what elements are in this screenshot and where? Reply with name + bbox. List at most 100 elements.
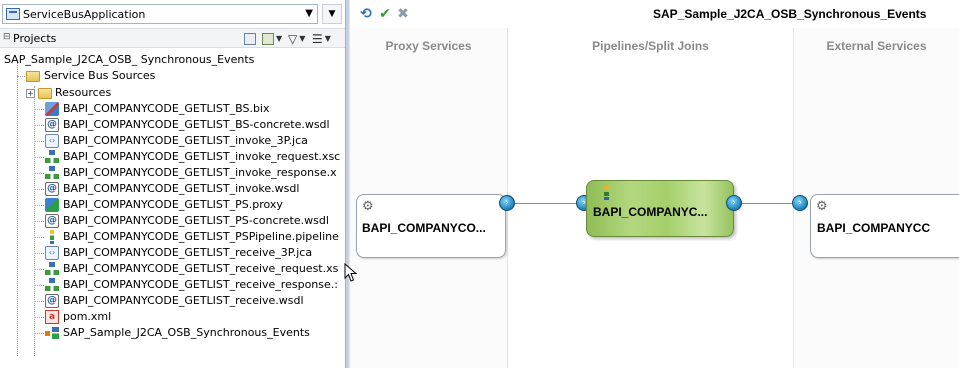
proxy-service-label: BAPI_COMPANYCO... [362,221,486,235]
external-service-label: BAPI_COMPANYCC [817,221,931,235]
wsdl-icon: @ [45,118,59,132]
external-service-node[interactable]: ⚙ BAPI_COMPANYCC [810,194,959,258]
file-label: BAPI_COMPANYCODE_GETLIST_receive_3P.jca [63,246,313,259]
tree-connector [35,189,44,190]
check-icon[interactable]: ✔ [377,6,393,22]
project-tree: SAP_Sample_J2CA_OSB_ Synchronous_Events … [0,48,345,368]
editor-title: SAP_Sample_J2CA_OSB_Synchronous_Events [653,7,927,21]
editor-toolbar: ⟲ ✔ ✖ SAP_Sample_J2CA_OSB_Synchronous_Ev… [350,0,959,28]
folder-label: Resources [55,86,112,99]
file-label: BAPI_COMPANYCODE_GETLIST_invoke.wsdl [63,182,300,195]
filter-button[interactable]: ▽ ▼ [288,31,305,46]
proxy-service-node[interactable]: ⚙ BAPI_COMPANYCO... [356,194,506,258]
proxy-service-icon [45,198,59,212]
application-icon [6,8,20,20]
tree-file-overview[interactable]: SAP_Sample_J2CA_OSB_Synchronous_Events [0,325,345,341]
jca-icon: ‹› [45,134,59,148]
expand-icon[interactable]: + [26,89,35,98]
tree-file[interactable]: BAPI_COMPANYCODE_GETLIST_invoke_request.… [0,149,345,165]
file-label: pom.xml [63,310,112,323]
projects-label: Projects [13,32,57,45]
tree-connector [35,141,44,142]
proxy-output-port[interactable]: › [499,195,515,211]
pipeline-node[interactable]: BAPI_COMPANYC... [586,180,734,237]
navigator-filter-button[interactable] [244,31,256,46]
tree-file[interactable]: BAPI_COMPANYCODE_GETLIST_PSPipeline.pipe… [0,229,345,245]
pipeline-output-port[interactable]: › [726,195,742,211]
tree-folder-resources[interactable]: + Resources [0,85,345,101]
wsdl-icon: @ [45,294,59,308]
validate-icon[interactable]: ⟲ [358,6,374,22]
tree-file[interactable]: ‹› BAPI_COMPANYCODE_GETLIST_receive_3P.j… [0,245,345,261]
project-root-label: SAP_Sample_J2CA_OSB_ Synchronous_Events [4,53,255,66]
tree-file[interactable]: @ BAPI_COMPANYCODE_GETLIST_receive.wsdl [0,293,345,309]
gear-icon: ⚙ [816,199,828,214]
application-menu-button[interactable]: ▼ [322,4,342,24]
chevron-down-icon: ▼ [276,34,283,43]
file-label: BAPI_COMPANYCODE_GETLIST_invoke_3P.jca [63,134,308,147]
wsdl-icon: @ [45,214,59,228]
tree-file[interactable]: BAPI_COMPANYCODE_GETLIST_BS.bix [0,101,345,117]
column-header: Pipelines/Split Joins [592,39,709,53]
tree-connector [35,301,44,302]
file-label: SAP_Sample_J2CA_OSB_Synchronous_Events [63,326,310,339]
gear-icon: ⚙ [362,199,374,214]
folder-label: Service Bus Sources [44,69,156,82]
tree-connector [35,333,44,334]
pipeline-label: BAPI_COMPANYC... [593,205,708,219]
business-service-icon [45,102,59,116]
xsd-icon [45,262,59,276]
list-icon: ☰ [312,31,323,46]
file-label: BAPI_COMPANYCODE_GETLIST_BS.bix [63,102,270,115]
xsd-icon [45,150,59,164]
wsdl-icon: @ [45,182,59,196]
view-options-button[interactable]: ☰ ▼ [312,31,331,46]
file-label: BAPI_COMPANYCODE_GETLIST_invoke_response… [63,166,337,179]
refresh-button[interactable]: ▼ [262,31,282,46]
tree-file[interactable]: @ BAPI_COMPANYCODE_GETLIST_invoke.wsdl [0,181,345,197]
connection-line [740,203,792,204]
tree-file-pom[interactable]: a pom.xml [0,309,345,325]
column-header: External Services [826,39,927,53]
tree-connector [35,253,44,254]
tree-connector [35,205,44,206]
tree-connector [35,317,44,318]
collapse-icon[interactable]: ⊟ [3,32,11,42]
column-header: Proxy Services [385,39,472,53]
file-label: BAPI_COMPANYCODE_GETLIST_PSPipeline.pipe… [63,230,339,243]
jca-icon: ‹› [45,246,59,260]
chevron-down-icon: ▼ [299,34,306,43]
xsd-icon [45,278,59,292]
tree-connector [35,285,44,286]
mouse-cursor-icon [344,263,358,282]
file-label: BAPI_COMPANYCODE_GETLIST_receive_respons… [63,278,338,291]
filter-icon: ▽ [288,31,298,46]
service-bus-overview-icon [45,326,59,340]
chevron-down-icon: ▼ [324,34,331,43]
xsd-icon [45,166,59,180]
chevron-down-icon[interactable]: ▼ [305,8,313,19]
file-label: BAPI_COMPANYCODE_GETLIST_invoke_request.… [63,150,341,163]
pipeline-icon [45,230,59,244]
tree-file[interactable]: BAPI_COMPANYCODE_GETLIST_invoke_response… [0,165,345,181]
navigator-icon [244,32,256,45]
tree-file[interactable]: @ BAPI_COMPANYCODE_GETLIST_BS-concrete.w… [0,117,345,133]
tree-file[interactable]: BAPI_COMPANYCODE_GETLIST_PS.proxy [0,197,345,213]
tree-folder-service-bus-sources[interactable]: Service Bus Sources [0,68,345,84]
tree-connector [35,269,44,270]
application-selector-row: ServiceBusApplication ▼ ▼ [0,0,345,28]
application-navigator: ServiceBusApplication ▼ ▼ ⊟ Projects ▼ ▽… [0,0,345,368]
file-label: BAPI_COMPANYCODE_GETLIST_BS-concrete.wsd… [63,118,330,131]
tree-file[interactable]: @ BAPI_COMPANYCODE_GETLIST_PS-concrete.w… [0,213,345,229]
close-icon[interactable]: ✖ [395,6,411,22]
tree-file[interactable]: BAPI_COMPANYCODE_GETLIST_receive_respons… [0,277,345,293]
tree-file[interactable]: BAPI_COMPANYCODE_GETLIST_receive_request… [0,261,345,277]
tree-connector [35,237,44,238]
application-select-value: ServiceBusApplication [23,7,146,21]
tree-file[interactable]: ‹› BAPI_COMPANYCODE_GETLIST_invoke_3P.jc… [0,133,345,149]
application-select[interactable]: ServiceBusApplication ▼ [2,4,318,24]
maven-pom-icon: a [45,310,59,324]
external-input-port[interactable]: › [792,195,808,211]
folder-icon [26,71,40,82]
tree-project-root[interactable]: SAP_Sample_J2CA_OSB_ Synchronous_Events [0,52,345,68]
